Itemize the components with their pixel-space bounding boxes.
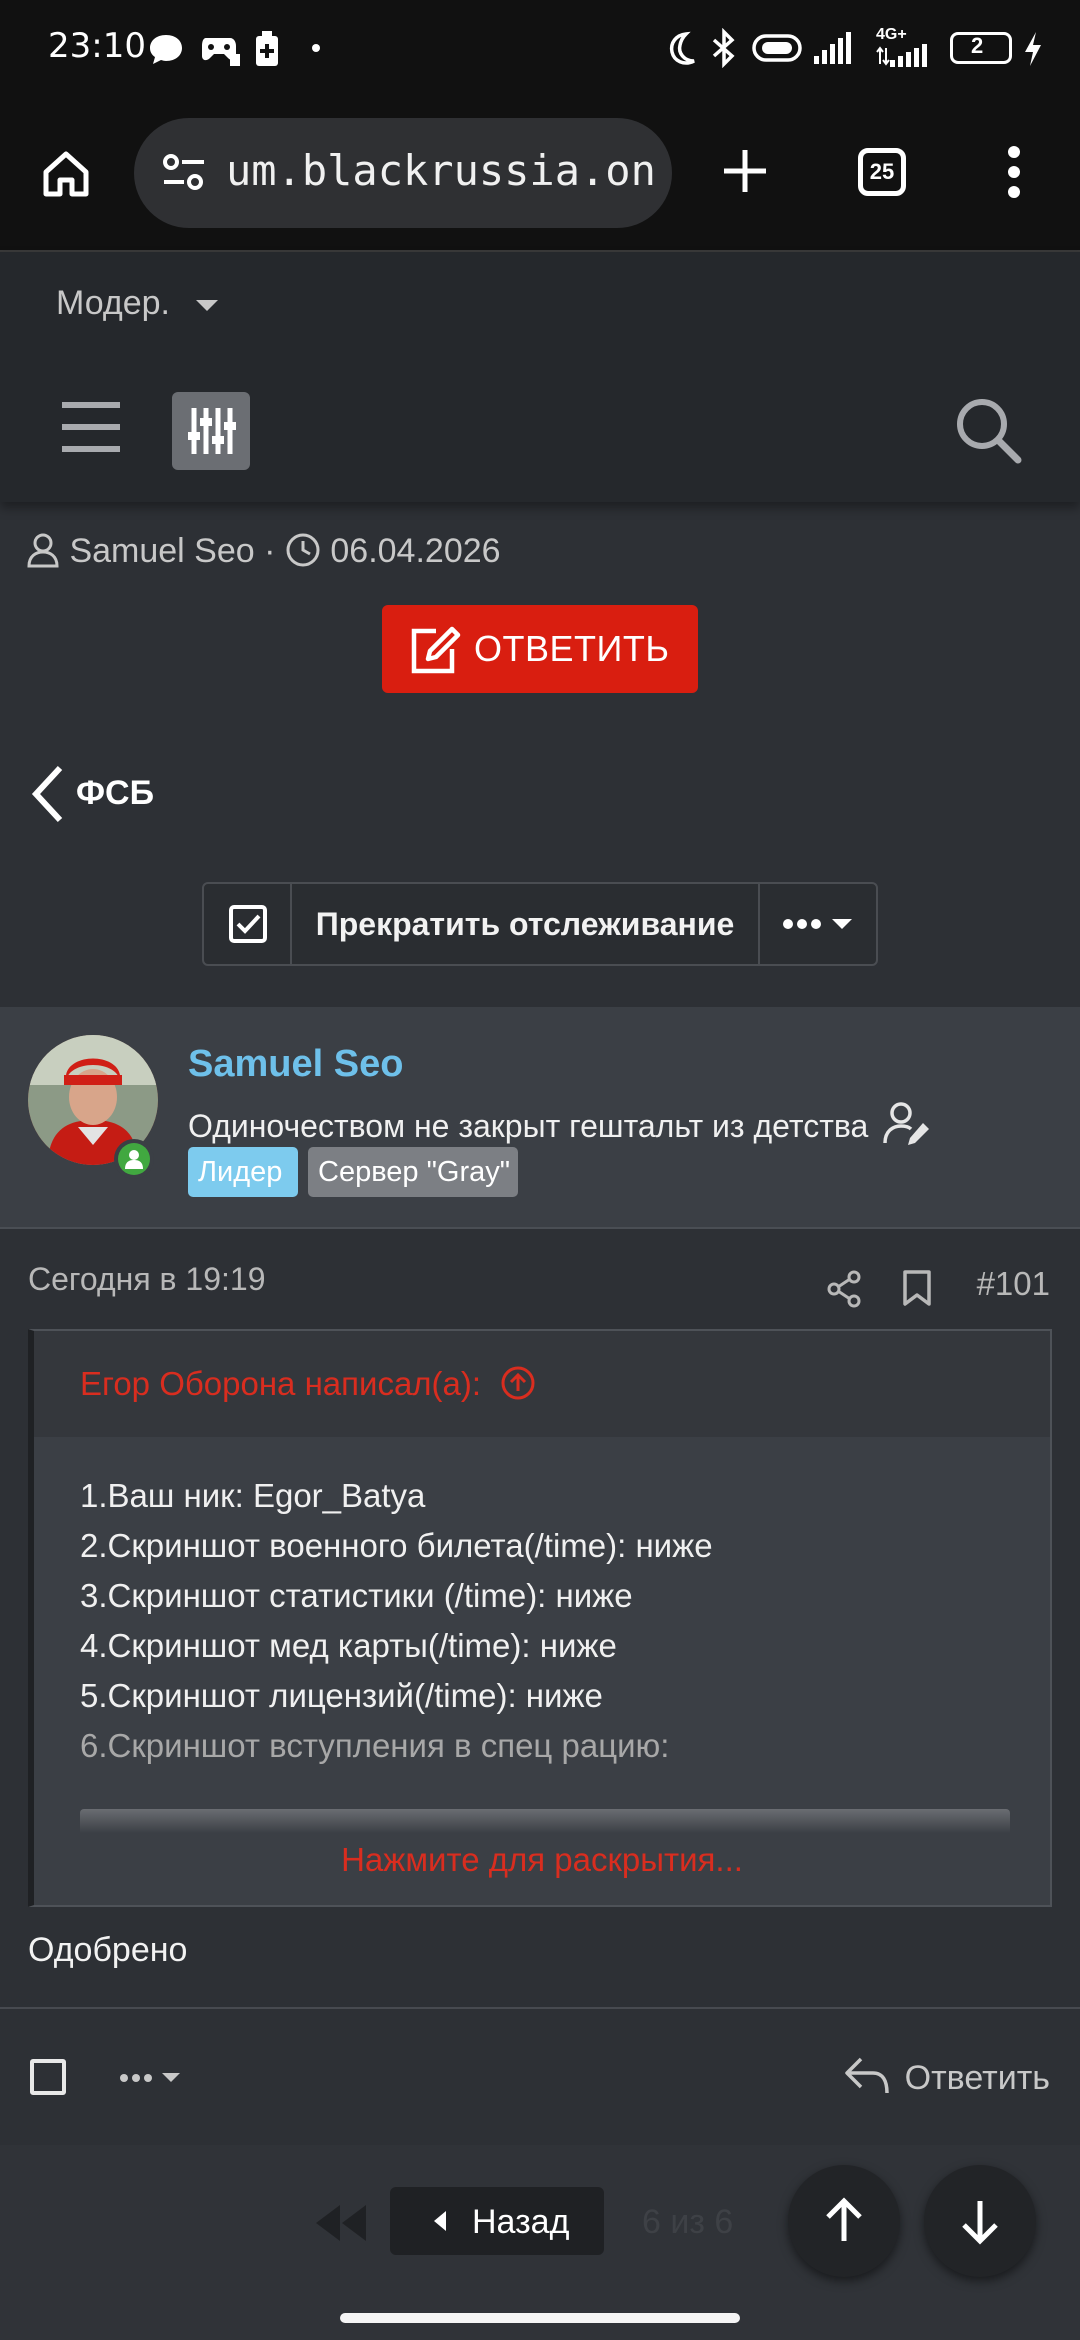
pagination-bar: Назад 6 из 6 — [0, 2145, 1080, 2340]
moderation-menu-label[interactable]: Модер. — [56, 284, 170, 323]
post-user-block: Samuel Seo Одиночеством не закрыт гештал… — [0, 1007, 1080, 1229]
thread-header: Samuel Seo · 06.04.2026 ОТВЕТИТЬ ФСБ Пре… — [0, 502, 1080, 1007]
filter-button[interactable] — [172, 392, 250, 470]
status-bar: 23:10 4G+ 2 — [0, 0, 1080, 100]
badge-leader: Лидер — [188, 1147, 298, 1197]
browser-menu-icon[interactable] — [1006, 144, 1022, 200]
tab-switcher-button[interactable]: 25 — [858, 148, 906, 196]
page-indicator: 6 из 6 — [642, 2203, 734, 2241]
site-settings-icon[interactable] — [162, 152, 206, 192]
thread-date[interactable]: 06.04.2026 — [330, 532, 500, 570]
quote-author[interactable]: Егор Оборона написал(а): — [80, 1365, 536, 1403]
post-more-icon[interactable] — [118, 2063, 188, 2093]
arrow-up-circle-icon[interactable] — [500, 1365, 536, 1401]
quote-block: Егор Оборона написал(а): 1.Ваш ник: Egor… — [28, 1329, 1052, 1907]
quote-line: 2.Скриншот военного билета(/time): ниже — [80, 1527, 713, 1564]
moon-icon — [669, 31, 695, 65]
first-page-icon[interactable] — [312, 2203, 368, 2243]
unwatch-button[interactable]: Прекратить отслеживание — [292, 884, 760, 964]
scroll-top-button[interactable] — [788, 2165, 900, 2277]
watch-toggle[interactable] — [204, 884, 292, 964]
quote-line: 5.Скриншот лицензий(/time): ниже — [80, 1677, 603, 1714]
edit-icon — [411, 626, 461, 674]
quote-fade-overlay — [80, 1809, 1010, 1833]
charging-icon — [1025, 32, 1041, 66]
post-reply-label: Ответить — [904, 2059, 1050, 2097]
reply-icon — [845, 2057, 889, 2094]
post-username[interactable]: Samuel Seo — [188, 1043, 403, 1086]
home-icon[interactable] — [40, 148, 92, 200]
address-bar[interactable]: um.blackrussia.online — [134, 118, 672, 228]
online-status-indicator — [114, 1139, 154, 1179]
user-edit-icon[interactable] — [883, 1101, 933, 1147]
arrow-up-icon — [826, 2197, 862, 2241]
user-title: Одиночеством не закрыт гештальт из детст… — [188, 1101, 933, 1147]
quote-line: 3.Скриншот статистики (/time): ниже — [80, 1577, 633, 1614]
chevron-left-icon — [31, 765, 63, 823]
quote-author-text: Егор Оборона написал(а): — [80, 1365, 482, 1402]
gesture-home-indicator[interactable] — [340, 2313, 740, 2323]
network-type-label: 4G+ — [876, 26, 907, 43]
post-number[interactable]: #101 — [977, 1265, 1050, 1303]
previous-page-button[interactable]: Назад — [390, 2187, 604, 2255]
battery-level: 2 — [971, 33, 984, 58]
quote-line: 4.Скриншот мед карты(/time): ниже — [80, 1627, 617, 1664]
badge-server: Сервер "Gray" — [308, 1147, 518, 1197]
thread-meta: Samuel Seo · 06.04.2026 — [26, 532, 501, 571]
quote-header: Егор Оборона написал(а): — [34, 1331, 1050, 1437]
new-tab-icon[interactable] — [720, 146, 770, 196]
previous-page-label: Назад — [472, 2203, 570, 2241]
arrow-down-icon — [962, 2201, 998, 2245]
hamburger-menu-icon[interactable] — [60, 400, 122, 454]
message-icon — [150, 35, 182, 64]
sliders-icon — [188, 408, 236, 454]
post-body: Сегодня в 19:19 #101 Егор Оборона написа… — [0, 1229, 1080, 2007]
site-header: Модер. — [0, 252, 1080, 502]
reply-button-label: ОТВЕТИТЬ — [474, 628, 670, 669]
thread-author[interactable]: Samuel Seo — [69, 532, 254, 570]
more-dropdown-icon — [783, 919, 852, 929]
search-icon[interactable] — [952, 394, 1024, 466]
caret-left-icon — [434, 2211, 446, 2231]
post-reply-button[interactable]: Ответить — [843, 2055, 1050, 2098]
battery-saver-icon — [256, 31, 278, 66]
chevron-down-icon[interactable] — [196, 300, 218, 311]
gamepad-icon — [202, 38, 240, 66]
reply-button[interactable]: ОТВЕТИТЬ — [382, 605, 698, 693]
quote-line: 6.Скриншот вступления в спец рацию: — [80, 1727, 670, 1764]
quote-expand-link[interactable]: Нажмите для раскрытия... — [34, 1841, 1050, 1879]
checkbox-checked-icon — [229, 905, 267, 943]
battery-icon: 2 — [950, 32, 1012, 64]
bookmark-icon[interactable] — [902, 1269, 932, 1307]
watch-button-group: Прекратить отслеживание — [202, 882, 878, 966]
browser-toolbar: um.blackrussia.online 25 — [0, 100, 1080, 252]
online-user-icon — [125, 1150, 143, 1169]
status-time: 23:10 — [48, 26, 146, 66]
post-message: Одобрено — [28, 1931, 188, 1969]
thread-tools-menu[interactable] — [760, 884, 878, 964]
select-post-checkbox[interactable] — [30, 2059, 66, 2095]
signal-4g-icon — [876, 44, 927, 67]
toggle-icon — [752, 34, 802, 62]
signal-icon — [814, 32, 851, 64]
quote-line: 1.Ваш ник: Egor_Batya — [80, 1477, 426, 1514]
quote-content: 1.Ваш ник: Egor_Batya 2.Скриншот военног… — [80, 1471, 713, 1771]
breadcrumb-label: ФСБ — [76, 774, 155, 812]
clock-icon — [286, 533, 320, 567]
scroll-bottom-button[interactable] — [924, 2165, 1036, 2277]
notification-dot — [312, 44, 320, 52]
bluetooth-icon — [712, 28, 735, 68]
meta-separator: · — [264, 532, 276, 570]
user-icon — [27, 533, 59, 568]
user-title-text: Одиночеством не закрыт гештальт из детст… — [188, 1108, 869, 1144]
post-date[interactable]: Сегодня в 19:19 — [28, 1261, 266, 1298]
post-action-bar: Ответить — [0, 2007, 1080, 2145]
share-icon[interactable] — [826, 1269, 862, 1309]
url-text: um.blackrussia.online — [226, 146, 656, 195]
